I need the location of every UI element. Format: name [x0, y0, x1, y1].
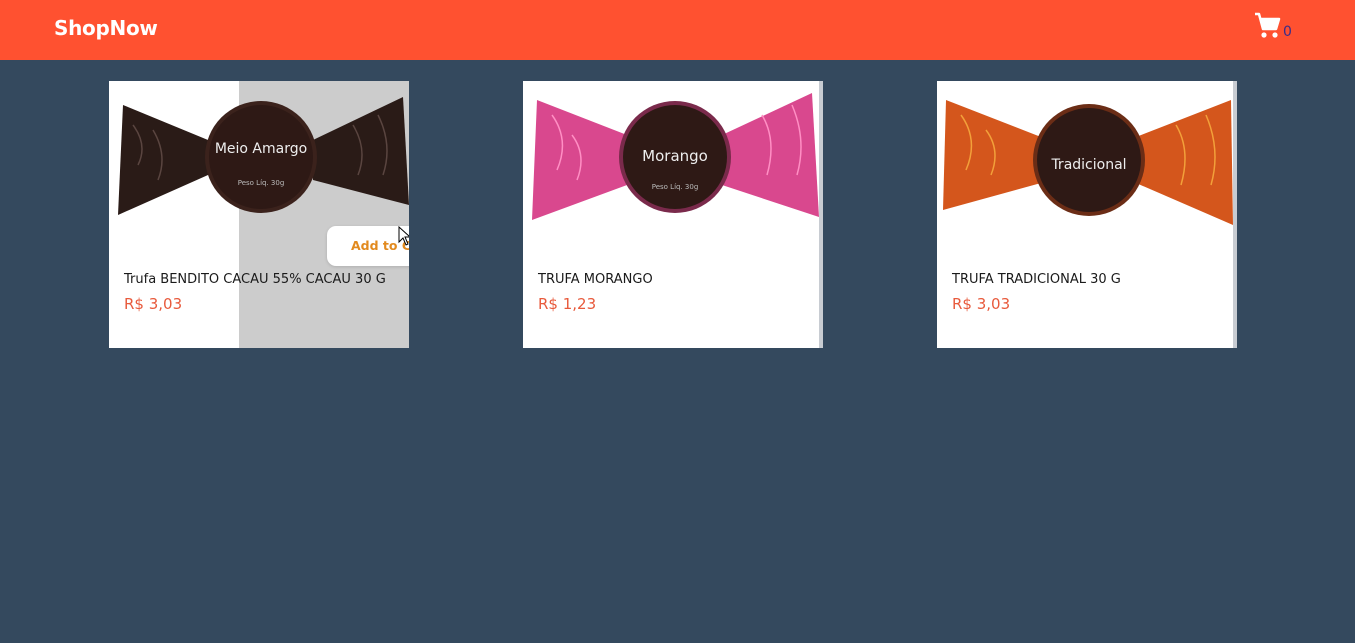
card-edge: [1233, 81, 1237, 348]
cart-button[interactable]: 0: [1254, 12, 1294, 42]
navbar: ShopNow 0: [0, 0, 1355, 60]
product-card[interactable]: Tradicional TRUFA TRADICIONAL 30 G R$ 3,…: [937, 81, 1237, 348]
svg-text:Peso Líq. 30g: Peso Líq. 30g: [652, 183, 699, 191]
product-image: Morango Peso Líq. 30g: [532, 93, 819, 220]
product-name: Trufa BENDITO CACAU 55% CACAU 30 G: [124, 272, 386, 287]
shopping-cart-icon: [1255, 12, 1281, 38]
product-image-label: Meio Amargo: [215, 141, 307, 157]
brand-logo[interactable]: ShopNow: [54, 16, 158, 40]
product-card[interactable]: Morango Peso Líq. 30g TRUFA MORANGO R$ 1…: [523, 81, 823, 348]
product-image: Tradicional: [943, 100, 1233, 225]
product-name: TRUFA TRADICIONAL 30 G: [952, 272, 1121, 287]
product-price: R$ 3,03: [124, 295, 183, 313]
product-price: R$ 3,03: [952, 295, 1011, 313]
product-price: R$ 1,23: [538, 295, 597, 313]
svg-text:Peso Líq. 30g: Peso Líq. 30g: [238, 179, 285, 187]
product-image: Meio Amargo Peso Líq. 30g: [118, 97, 409, 215]
product-name: TRUFA MORANGO: [538, 272, 653, 287]
product-card[interactable]: Meio Amargo Peso Líq. 30g Add to Cart Tr…: [109, 81, 409, 348]
mouse-cursor-icon: [398, 226, 409, 246]
card-edge: [819, 81, 823, 348]
add-to-cart-button[interactable]: Add to Cart: [327, 226, 409, 266]
cart-count: 0: [1283, 24, 1292, 40]
product-image-label: Morango: [642, 147, 708, 165]
product-image-label: Tradicional: [1050, 157, 1126, 173]
